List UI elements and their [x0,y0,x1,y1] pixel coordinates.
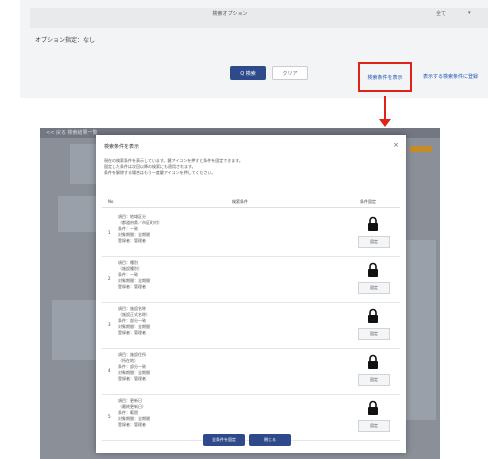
lock-toggle[interactable]: 固定 [356,260,390,296]
background-accent-button [410,146,432,152]
condition-details: 項目：施設名称 （施設正式名称） 条件：部分一致 対象期間：全期間 登録者：管理者 [118,306,318,336]
lock-toggle[interactable]: 固定 [356,398,390,434]
options-title: 検索オプション [212,11,248,17]
condition-line: 登録者：管理者 [118,330,146,335]
condition-details: 項目：地域区分 （都道府県／市区町村） 条件：一致 対象期間：全期間 登録者：管理者 [118,214,318,244]
row-number: 4 [108,368,111,373]
condition-line: 登録者：管理者 [118,284,146,289]
row-number: 5 [108,414,111,419]
table-row: 4 項目：施設住所 （所在地） 条件：部分一致 対象期間：全期間 登録者：管理者固定 [102,348,400,395]
conditions-table-header: No 検索条件 条件固定 [102,196,400,208]
background-title: << 戻る 検索結果一覧 [46,130,98,136]
table-row: 1 項目：地域区分 （都道府県／市区町村） 条件：一致 対象期間：全期間 登録者：管理者固… [102,210,400,257]
lock-toggle[interactable]: 固定 [356,352,390,388]
clear-button[interactable]: クリア [272,66,308,80]
scope-select[interactable]: 全て [436,10,446,17]
show-conditions-button[interactable]: 検索条件を表示 [358,62,412,92]
lock-button[interactable]: 固定 [358,420,390,432]
lock-button[interactable]: 固定 [358,236,390,248]
background-panel [406,240,436,420]
search-button[interactable]: Q 検索 [230,66,266,80]
description-line: 条件を解除する場合はもう一度鍵アイコンを押してください。 [104,170,216,175]
lock-toggle[interactable]: 固定 [356,306,390,342]
table-row: 2 項目：種別 （施設種別） 条件：一致 対象期間：全期間 登録者：管理者固定 [102,256,400,303]
option-summary: オプション指定：なし [35,37,96,44]
column-header-no: No [108,199,114,204]
close-modal-button[interactable]: 閉じる [249,434,291,446]
condition-details: 項目：施設住所 （所在地） 条件：部分一致 対象期間：全期間 登録者：管理者 [118,352,318,382]
column-header-lock: 条件固定 [360,199,376,204]
background-panel [70,144,96,184]
condition-line: 登録者：管理者 [118,376,146,381]
close-icon[interactable]: × [393,141,399,149]
background-panel [58,196,96,232]
condition-line: 登録者：管理者 [118,238,146,243]
chevron-down-icon[interactable]: ▾ [468,10,471,16]
lock-icon[interactable] [367,216,379,232]
condition-details: 項目：更新日 （最終更新日） 条件：範囲 対象期間：全期間 登録者：管理者 [118,398,318,428]
lock-button[interactable]: 固定 [358,374,390,386]
lock-icon[interactable] [367,262,379,278]
lock-icon[interactable] [367,400,379,416]
lock-all-button[interactable]: 全条件を固定 [203,434,245,446]
background-panel [52,300,96,360]
lock-toggle[interactable]: 固定 [356,214,390,250]
row-number: 1 [108,230,111,235]
lock-icon[interactable] [367,354,379,370]
lock-icon[interactable] [367,308,379,324]
column-header-condition: 検索条件 [232,199,248,204]
row-number: 2 [108,276,111,281]
row-number: 3 [108,322,111,327]
callout-arrow-head-icon [379,119,391,127]
lock-button[interactable]: 固定 [358,282,390,294]
modal-description: 現在の検索条件を表示しています。鍵アイコンを押すと条件を固定できます。 固定した… [104,158,398,176]
table-row: 3 項目：施設名称 （施設正式名称） 条件：部分一致 対象期間：全期間 登録者：管理者固定 [102,302,400,349]
callout-arrow-line [384,96,386,121]
lock-button[interactable]: 固定 [358,328,390,340]
condition-line: 登録者：管理者 [118,422,146,427]
save-conditions-link[interactable]: 表示する検索条件に登録 [423,73,478,80]
modal-title: 検索条件を表示 [104,144,140,150]
condition-details: 項目：種別 （施設種別） 条件：一致 対象期間：全期間 登録者：管理者 [118,260,318,290]
